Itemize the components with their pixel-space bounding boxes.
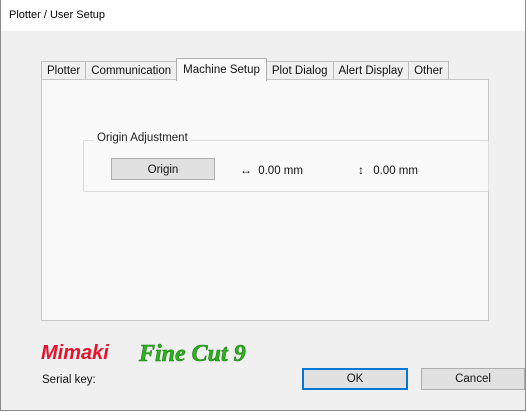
tab-other[interactable]: Other — [408, 61, 449, 80]
mimaki-fine-cut-logo: Mimaki Fine Cut 9 — [41, 341, 246, 367]
horizontal-arrow-icon: ↔ — [240, 163, 252, 177]
cancel-button[interactable]: Cancel — [421, 368, 525, 390]
x-offset-value: 0.00 mm — [258, 165, 303, 177]
tab-strip: Plotter Communication Machine Setup Plot… — [41, 58, 449, 81]
origin-button[interactable]: Origin — [111, 158, 215, 180]
origin-adjustment-label: Origin Adjustment — [94, 132, 191, 144]
tab-communication[interactable]: Communication — [85, 61, 178, 80]
tab-alert-display[interactable]: Alert Display — [332, 61, 410, 80]
serial-key-label: Serial key: — [42, 374, 96, 386]
ok-button[interactable]: OK — [302, 368, 408, 390]
product-logo-text: Fine Cut 9 — [138, 341, 246, 367]
tab-plotter[interactable]: Plotter — [41, 61, 87, 80]
brand-logo-text: Mimaki — [41, 342, 109, 364]
tab-plot-dialog[interactable]: Plot Dialog — [265, 61, 334, 80]
user-setup-dialog: Plotter / User Setup Plotter Communicati… — [0, 0, 526, 411]
title-bar: Plotter / User Setup — [1, 0, 525, 31]
tab-machine-setup[interactable]: Machine Setup — [176, 58, 267, 81]
x-offset: ↔ 0.00 mm — [237, 163, 303, 177]
origin-adjustment-group: Origin Adjustment Origin ↔ 0.00 mm ↕ 0.0… — [83, 132, 489, 192]
window-title: Plotter / User Setup — [9, 9, 105, 21]
machine-setup-panel: Origin Adjustment Origin ↔ 0.00 mm ↕ 0.0… — [41, 79, 489, 321]
y-offset-value: 0.00 mm — [373, 165, 418, 177]
vertical-arrow-icon: ↕ — [358, 163, 364, 177]
y-offset: ↕ 0.00 mm — [352, 163, 418, 177]
